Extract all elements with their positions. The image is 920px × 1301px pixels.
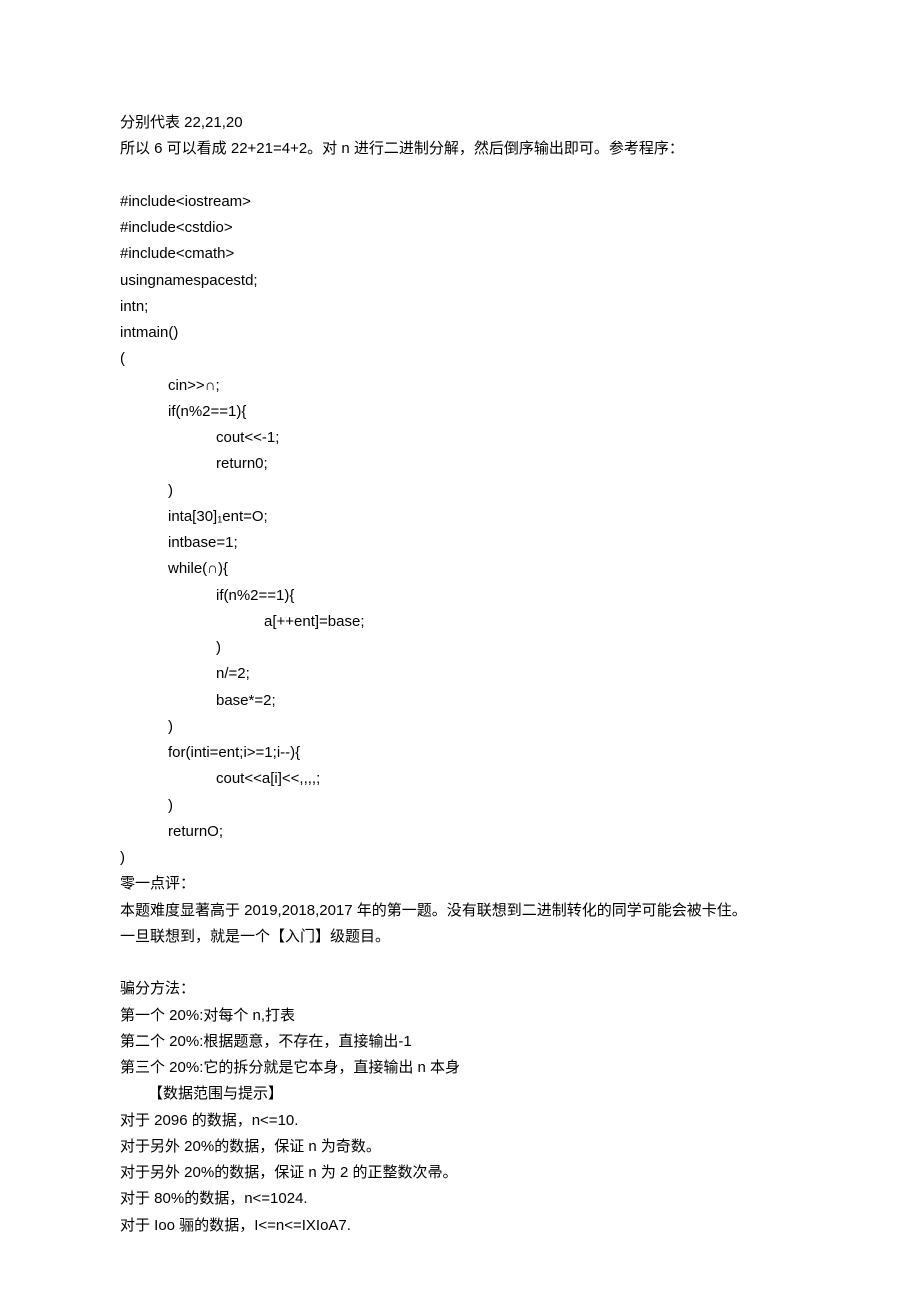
text-line: usingnamespacestd; <box>120 268 800 294</box>
text-line: 所以 6 可以看成 22+21=4+2。对 n 进行二进制分解，然后倒序输出即可… <box>120 136 800 162</box>
text-line: 本题难度显著高于 2019,2018,2017 年的第一题。没有联想到二进制转化… <box>120 898 800 924</box>
text-line: cin>>∩; <box>120 373 800 399</box>
text-line: ) <box>120 635 800 661</box>
text-line: cout<<a[i]<<,,,,; <box>120 766 800 792</box>
text-line <box>120 950 800 976</box>
text-line: 对于 Ioo 骊的数据，I<=n<=IXIoA7. <box>120 1213 800 1239</box>
text-line: 一旦联想到，就是一个【入门】级题目。 <box>120 924 800 950</box>
text-line: ) <box>120 845 800 871</box>
text-line: 第二个 20%:根据题意，不存在，直接输出-1 <box>120 1029 800 1055</box>
text-line: 对于 80%的数据，n<=1024. <box>120 1186 800 1212</box>
text-line: 第一个 20%:对每个 n,打表 <box>120 1003 800 1029</box>
text-line: #include<iostream> <box>120 189 800 215</box>
text-line: intn; <box>120 294 800 320</box>
text-line: n/=2; <box>120 661 800 687</box>
text-line: intmain() <box>120 320 800 346</box>
text-line: if(n%2==1){ <box>120 399 800 425</box>
text-line: inta[30]₁ent=O; <box>120 504 800 530</box>
text-line: intbase=1; <box>120 530 800 556</box>
text-line: 骗分方法： <box>120 976 800 1002</box>
text-line <box>120 163 800 189</box>
text-line: a[++ent]=base; <box>120 609 800 635</box>
text-line: while(∩){ <box>120 556 800 582</box>
text-line: ) <box>120 714 800 740</box>
text-line: #include<cstdio> <box>120 215 800 241</box>
text-line: ( <box>120 346 800 372</box>
text-line: cout<<-1; <box>120 425 800 451</box>
document-page: 分别代表 22,21,20所以 6 可以看成 22+21=4+2。对 n 进行二… <box>0 0 920 1299</box>
text-line: base*=2; <box>120 688 800 714</box>
text-line: return0; <box>120 451 800 477</box>
text-line: 对于另外 20%的数据，保证 n 为 2 的正整数次帚。 <box>120 1160 800 1186</box>
text-line: ) <box>120 478 800 504</box>
text-line: 【数据范围与提示】 <box>120 1081 800 1107</box>
text-line: ) <box>120 793 800 819</box>
text-line: returnO; <box>120 819 800 845</box>
text-line: 第三个 20%:它的拆分就是它本身，直接输出 n 本身 <box>120 1055 800 1081</box>
text-line: if(n%2==1){ <box>120 583 800 609</box>
text-line: 对于 2096 的数据，n<=10. <box>120 1108 800 1134</box>
text-line: for(inti=ent;i>=1;i--){ <box>120 740 800 766</box>
text-line: #include<cmath> <box>120 241 800 267</box>
text-line: 对于另外 20%的数据，保证 n 为奇数。 <box>120 1134 800 1160</box>
text-line: 分别代表 22,21,20 <box>120 110 800 136</box>
text-line: 零一点评： <box>120 871 800 897</box>
